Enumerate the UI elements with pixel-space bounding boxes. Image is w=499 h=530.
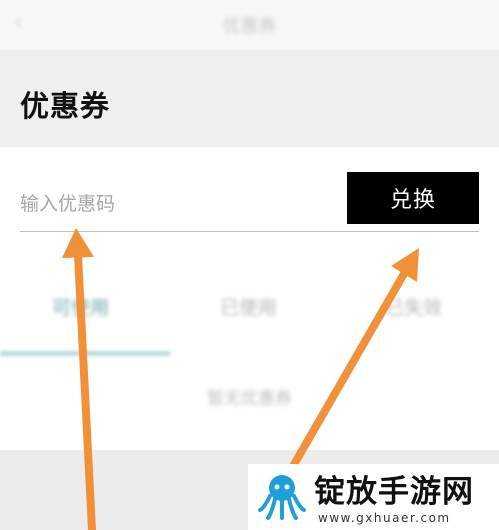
tab-expired[interactable]: 已失效 [385, 293, 442, 320]
watermark-url: www.gxhuaer.com [318, 511, 451, 525]
coupon-code-input[interactable] [20, 176, 320, 232]
nav-title: 优惠券 [222, 16, 277, 37]
coupon-tabs: 可使用 已使用 已失效 [0, 285, 499, 335]
empty-state-text: 暂无优惠券 [207, 389, 292, 409]
section-header: 优惠券 [0, 50, 499, 147]
active-tab-indicator [0, 351, 170, 356]
tab-available[interactable]: 可使用 [52, 293, 109, 320]
octopus-logo-icon [258, 475, 306, 520]
site-watermark: 锭放手游网 www.gxhuaer.com [248, 464, 499, 530]
page-title: 优惠券 [20, 89, 111, 123]
top-nav-bar: ‹ 优惠券 [0, 0, 499, 50]
redeem-button[interactable]: 兑换 [347, 172, 479, 224]
tab-used[interactable]: 已使用 [220, 293, 277, 320]
watermark-title: 锭放手游网 [314, 474, 474, 510]
input-underline [20, 231, 479, 232]
